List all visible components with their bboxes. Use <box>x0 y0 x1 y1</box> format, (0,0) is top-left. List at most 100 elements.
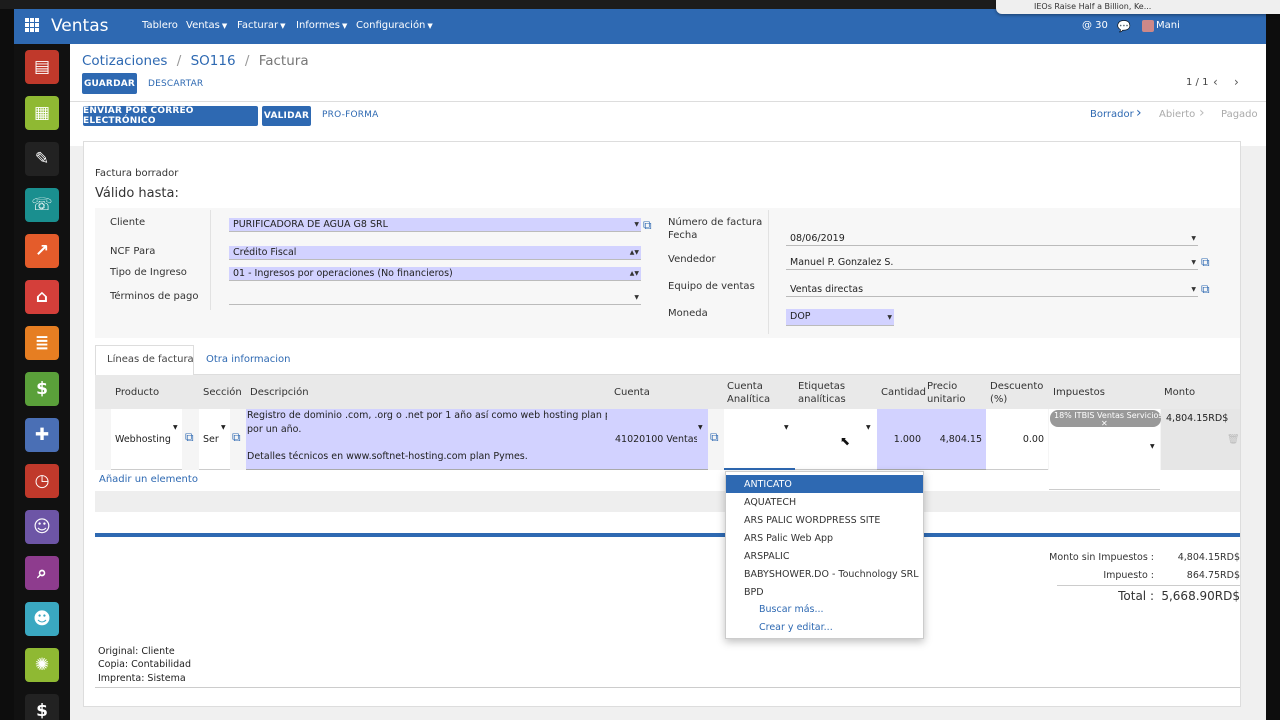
stage-borrador[interactable]: Borrador <box>1090 109 1134 120</box>
col-descuento[interactable]: Descuento (%) <box>990 380 1043 406</box>
external-link-icon[interactable]: ⧉ <box>185 431 198 444</box>
col-etiquetas[interactable]: Etiquetas analíticas <box>798 380 846 406</box>
employees-app-icon[interactable]: ☺ <box>25 510 59 544</box>
close-icon[interactable]: ✕ <box>1101 419 1108 428</box>
analytic-account-dropdown: ANTICATO AQUATECH ARS PALIC WORDPRESS SI… <box>725 471 924 639</box>
menu-facturar[interactable]: Facturar ▼ <box>237 20 285 31</box>
users-app-icon[interactable]: ☻ <box>25 602 59 636</box>
menu-tablero[interactable]: Tablero <box>142 20 178 31</box>
discard-button[interactable]: DESCARTAR <box>148 79 203 89</box>
dropdown-item[interactable]: BPD <box>726 583 923 601</box>
save-button[interactable]: GUARDAR <box>82 73 137 94</box>
terminos-label: Términos de pago <box>110 291 199 302</box>
cuenta-analitica-input[interactable] <box>724 409 795 470</box>
breadcrumb-sep: / <box>244 53 250 69</box>
user-name[interactable]: Mani <box>1156 20 1180 31</box>
notes-textarea[interactable] <box>95 630 1240 688</box>
col-precio[interactable]: Precio unitario <box>927 380 966 406</box>
warehouse-app-icon[interactable]: ⌂ <box>25 280 59 314</box>
col-producto[interactable]: Producto <box>115 386 159 399</box>
proforma-button[interactable]: PRO-FORMA <box>322 110 379 120</box>
col-cantidad[interactable]: Cantidad <box>881 386 926 399</box>
tipo-ingreso-select[interactable]: 01 - Ingresos por operaciones (No financ… <box>229 267 641 281</box>
stage-chevron-icon: › <box>1136 105 1142 121</box>
updown-icon: ▲▼ <box>629 270 639 277</box>
tax-label: Impuesto : <box>1103 570 1154 581</box>
notes-app-icon[interactable]: ✎ <box>25 142 59 176</box>
discuss-app-icon[interactable]: ▤ <box>25 50 59 84</box>
col-impuestos[interactable]: Impuestos <box>1053 386 1105 399</box>
caret-down-icon: ▼ <box>634 294 639 301</box>
search-more-link[interactable]: Buscar más... <box>759 604 824 615</box>
dropdown-item[interactable]: ARS PALIC WORDPRESS SITE <box>726 511 923 529</box>
ncf-select[interactable]: Crédito Fiscal ▲▼ <box>229 246 641 260</box>
col-cuenta-analitica[interactable]: Cuenta Analítica <box>727 380 770 406</box>
external-link-icon[interactable]: ⧉ <box>232 431 245 444</box>
menu-informes[interactable]: Informes ▼ <box>296 20 347 31</box>
caret-down-icon: ▼ <box>1191 286 1196 293</box>
dropdown-item[interactable]: ARS Palic Web App <box>726 529 923 547</box>
header-line: unitario <box>927 394 966 405</box>
breadcrumb-factura: Factura <box>258 53 309 69</box>
validate-button[interactable]: VALIDAR <box>262 106 311 126</box>
menu-label: Ventas <box>186 20 220 31</box>
col-descripcion[interactable]: Descripción <box>250 386 309 399</box>
caret-down-icon: ▼ <box>1191 259 1196 266</box>
dropdown-item[interactable]: ANTICATO <box>726 475 923 493</box>
dollar-app-icon[interactable]: $ <box>25 694 59 720</box>
menu-configuracion[interactable]: Configuración ▼ <box>356 20 433 31</box>
col-cuenta[interactable]: Cuenta <box>614 386 650 399</box>
external-link-icon[interactable]: ⧉ <box>710 431 723 444</box>
col-seccion[interactable]: Sección <box>203 386 242 399</box>
caret-down-icon: ▼ <box>221 424 226 431</box>
dropdown-item[interactable]: ARSPALIC <box>726 547 923 565</box>
numero-factura-label: Número de factura <box>668 217 763 228</box>
messages-counter[interactable]: @ 30 <box>1082 20 1108 31</box>
equipo-field[interactable]: Ventas directas ▼ <box>786 283 1198 297</box>
pager-prev-icon[interactable]: ‹ <box>1213 75 1218 89</box>
send-email-button[interactable]: ENVIAR POR CORREO ELECTRÓNICO <box>83 106 258 126</box>
external-link-icon[interactable]: ⧉ <box>643 219 656 232</box>
caret-down-icon: ▼ <box>221 22 228 30</box>
avatar[interactable] <box>1142 20 1154 32</box>
caret-down-icon: ▼ <box>698 424 703 431</box>
trash-icon[interactable]: 🗑 <box>1227 434 1240 445</box>
caret-down-icon: ▼ <box>1150 443 1155 450</box>
settings-gear-icon[interactable]: ✺ <box>25 648 59 682</box>
ncf-label: NCF Para <box>110 246 156 257</box>
documents-app-icon[interactable]: ≣ <box>25 326 59 360</box>
chat-icon[interactable]: 💬 <box>1117 20 1131 33</box>
dropdown-item[interactable]: BABYSHOWER.DO - Touchnology SRL <box>726 565 923 583</box>
pager-next-icon[interactable]: › <box>1234 75 1239 89</box>
terminos-field[interactable]: ▼ <box>229 291 641 305</box>
breadcrumb-so116[interactable]: SO116 <box>191 53 236 69</box>
calendar-app-icon[interactable]: ▦ <box>25 96 59 130</box>
timesheet-app-icon[interactable]: ◷ <box>25 464 59 498</box>
create-edit-link[interactable]: Crear y editar... <box>759 622 833 633</box>
vendedor-field[interactable]: Manuel P. Gonzalez S. ▼ <box>786 256 1198 270</box>
apps-grid-icon[interactable] <box>25 18 39 32</box>
fecha-field[interactable]: 08/06/2019 ▼ <box>786 232 1198 246</box>
contacts-app-icon[interactable]: ☏ <box>25 188 59 222</box>
stage-pagado[interactable]: Pagado <box>1221 109 1258 120</box>
recruitment-app-icon[interactable]: ⌕ <box>25 556 59 590</box>
form-sheet: Factura borrador Válido hasta: Cliente P… <box>83 141 1241 707</box>
dropdown-item[interactable]: AQUATECH <box>726 493 923 511</box>
caret-down-icon: ▼ <box>866 424 871 431</box>
etiquetas-input[interactable] <box>795 409 877 470</box>
os-notification[interactable]: IEOs Raise Half a Billion, Ke... <box>996 0 1280 14</box>
col-monto[interactable]: Monto <box>1164 386 1195 399</box>
tab-otra-informacion[interactable]: Otra informacion <box>206 354 291 365</box>
crm-app-icon[interactable]: ↗ <box>25 234 59 268</box>
cliente-field[interactable]: PURIFICADORA DE AGUA G8 SRL ▼ <box>229 218 641 232</box>
invoicing-app-icon[interactable]: $ <box>25 372 59 406</box>
external-link-icon[interactable]: ⧉ <box>1201 283 1214 296</box>
external-link-icon[interactable]: ⧉ <box>1201 256 1214 269</box>
add-item-link[interactable]: Añadir un elemento <box>99 474 198 485</box>
moneda-field[interactable]: DOP ▼ <box>786 309 894 326</box>
apps-puzzle-icon[interactable]: ✚ <box>25 418 59 452</box>
menu-ventas[interactable]: Ventas ▼ <box>186 20 227 31</box>
stage-abierto[interactable]: Abierto <box>1159 109 1195 120</box>
app-brand[interactable]: Ventas <box>51 16 108 36</box>
breadcrumb-cotizaciones[interactable]: Cotizaciones <box>82 53 167 69</box>
